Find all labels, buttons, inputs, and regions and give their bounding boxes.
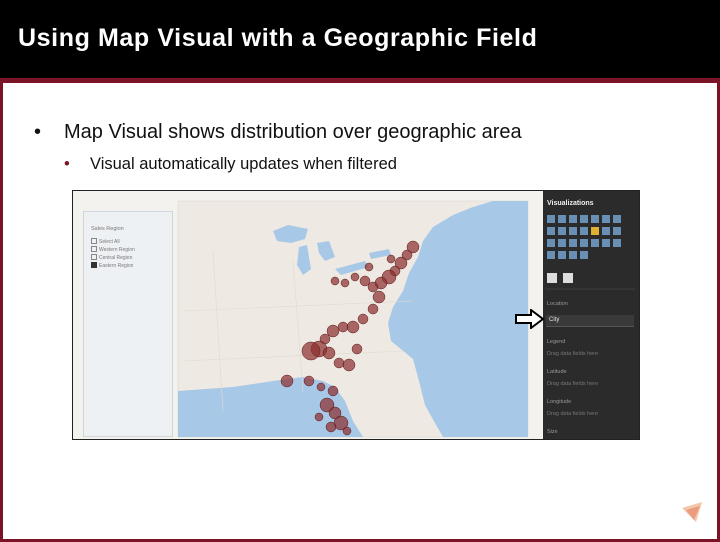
slicer-item[interactable]: Western Region <box>91 246 135 253</box>
bullet-dot: • <box>64 155 70 173</box>
visualizations-pane: Visualizations Location City Legend Drag… <box>543 191 639 439</box>
slicer-item-label: Central Region <box>99 255 133 261</box>
bullet-main: • Map Visual shows distribution over geog… <box>34 121 522 144</box>
pane-title: Visualizations <box>547 200 594 207</box>
visual-icons-grid <box>545 215 635 290</box>
slicer-item[interactable]: Central Region <box>91 254 132 261</box>
bullet-sub-text: Visual automatically updates when filter… <box>90 155 397 173</box>
checkbox-icon <box>91 254 97 260</box>
checkbox-icon <box>91 246 97 252</box>
slicer-item-label: Eastern Region <box>99 263 134 269</box>
slicer-item-label: Select All <box>99 239 120 245</box>
logo-icon <box>682 502 702 522</box>
bullet-main-text: Map Visual shows distribution over geogr… <box>64 121 522 143</box>
well-label-longitude: Longitude <box>547 399 572 405</box>
bullet-dot: • <box>34 121 42 143</box>
well-label-legend: Legend <box>547 339 566 345</box>
drag-placeholder[interactable]: Drag data fields here <box>547 411 598 417</box>
well-label-size: Size <box>547 429 558 435</box>
slide-title: Using Map Visual with a Geographic Field <box>18 24 538 52</box>
field-label: City <box>549 317 560 323</box>
drag-placeholder[interactable]: Drag data fields here <box>547 351 598 357</box>
slicer-item[interactable]: Select All <box>91 238 120 245</box>
paint-roller-icon[interactable] <box>547 273 557 283</box>
checkbox-checked-icon <box>91 262 97 268</box>
sales-region-slicer[interactable]: Sales Region Select All Western Region C… <box>83 211 173 437</box>
well-label-latitude: Latitude <box>547 369 567 375</box>
title-bar: Using Map Visual with a Geographic Field <box>0 0 720 78</box>
well-field-city[interactable]: City <box>546 315 634 327</box>
drag-placeholder[interactable]: Drag data fields here <box>547 381 598 387</box>
arrow-right-icon <box>515 309 545 329</box>
checkbox-icon <box>91 238 97 244</box>
well-label-location: Location <box>547 301 568 307</box>
slicer-title: Sales Region <box>91 226 124 232</box>
embedded-screenshot: Sales Region Select All Western Region C… <box>72 190 640 440</box>
pin-icon[interactable] <box>563 273 573 283</box>
bullet-sub: • Visual automatically updates when filte… <box>64 155 397 174</box>
slicer-item[interactable]: Eastern Region <box>91 262 133 269</box>
slicer-item-label: Western Region <box>99 247 135 253</box>
